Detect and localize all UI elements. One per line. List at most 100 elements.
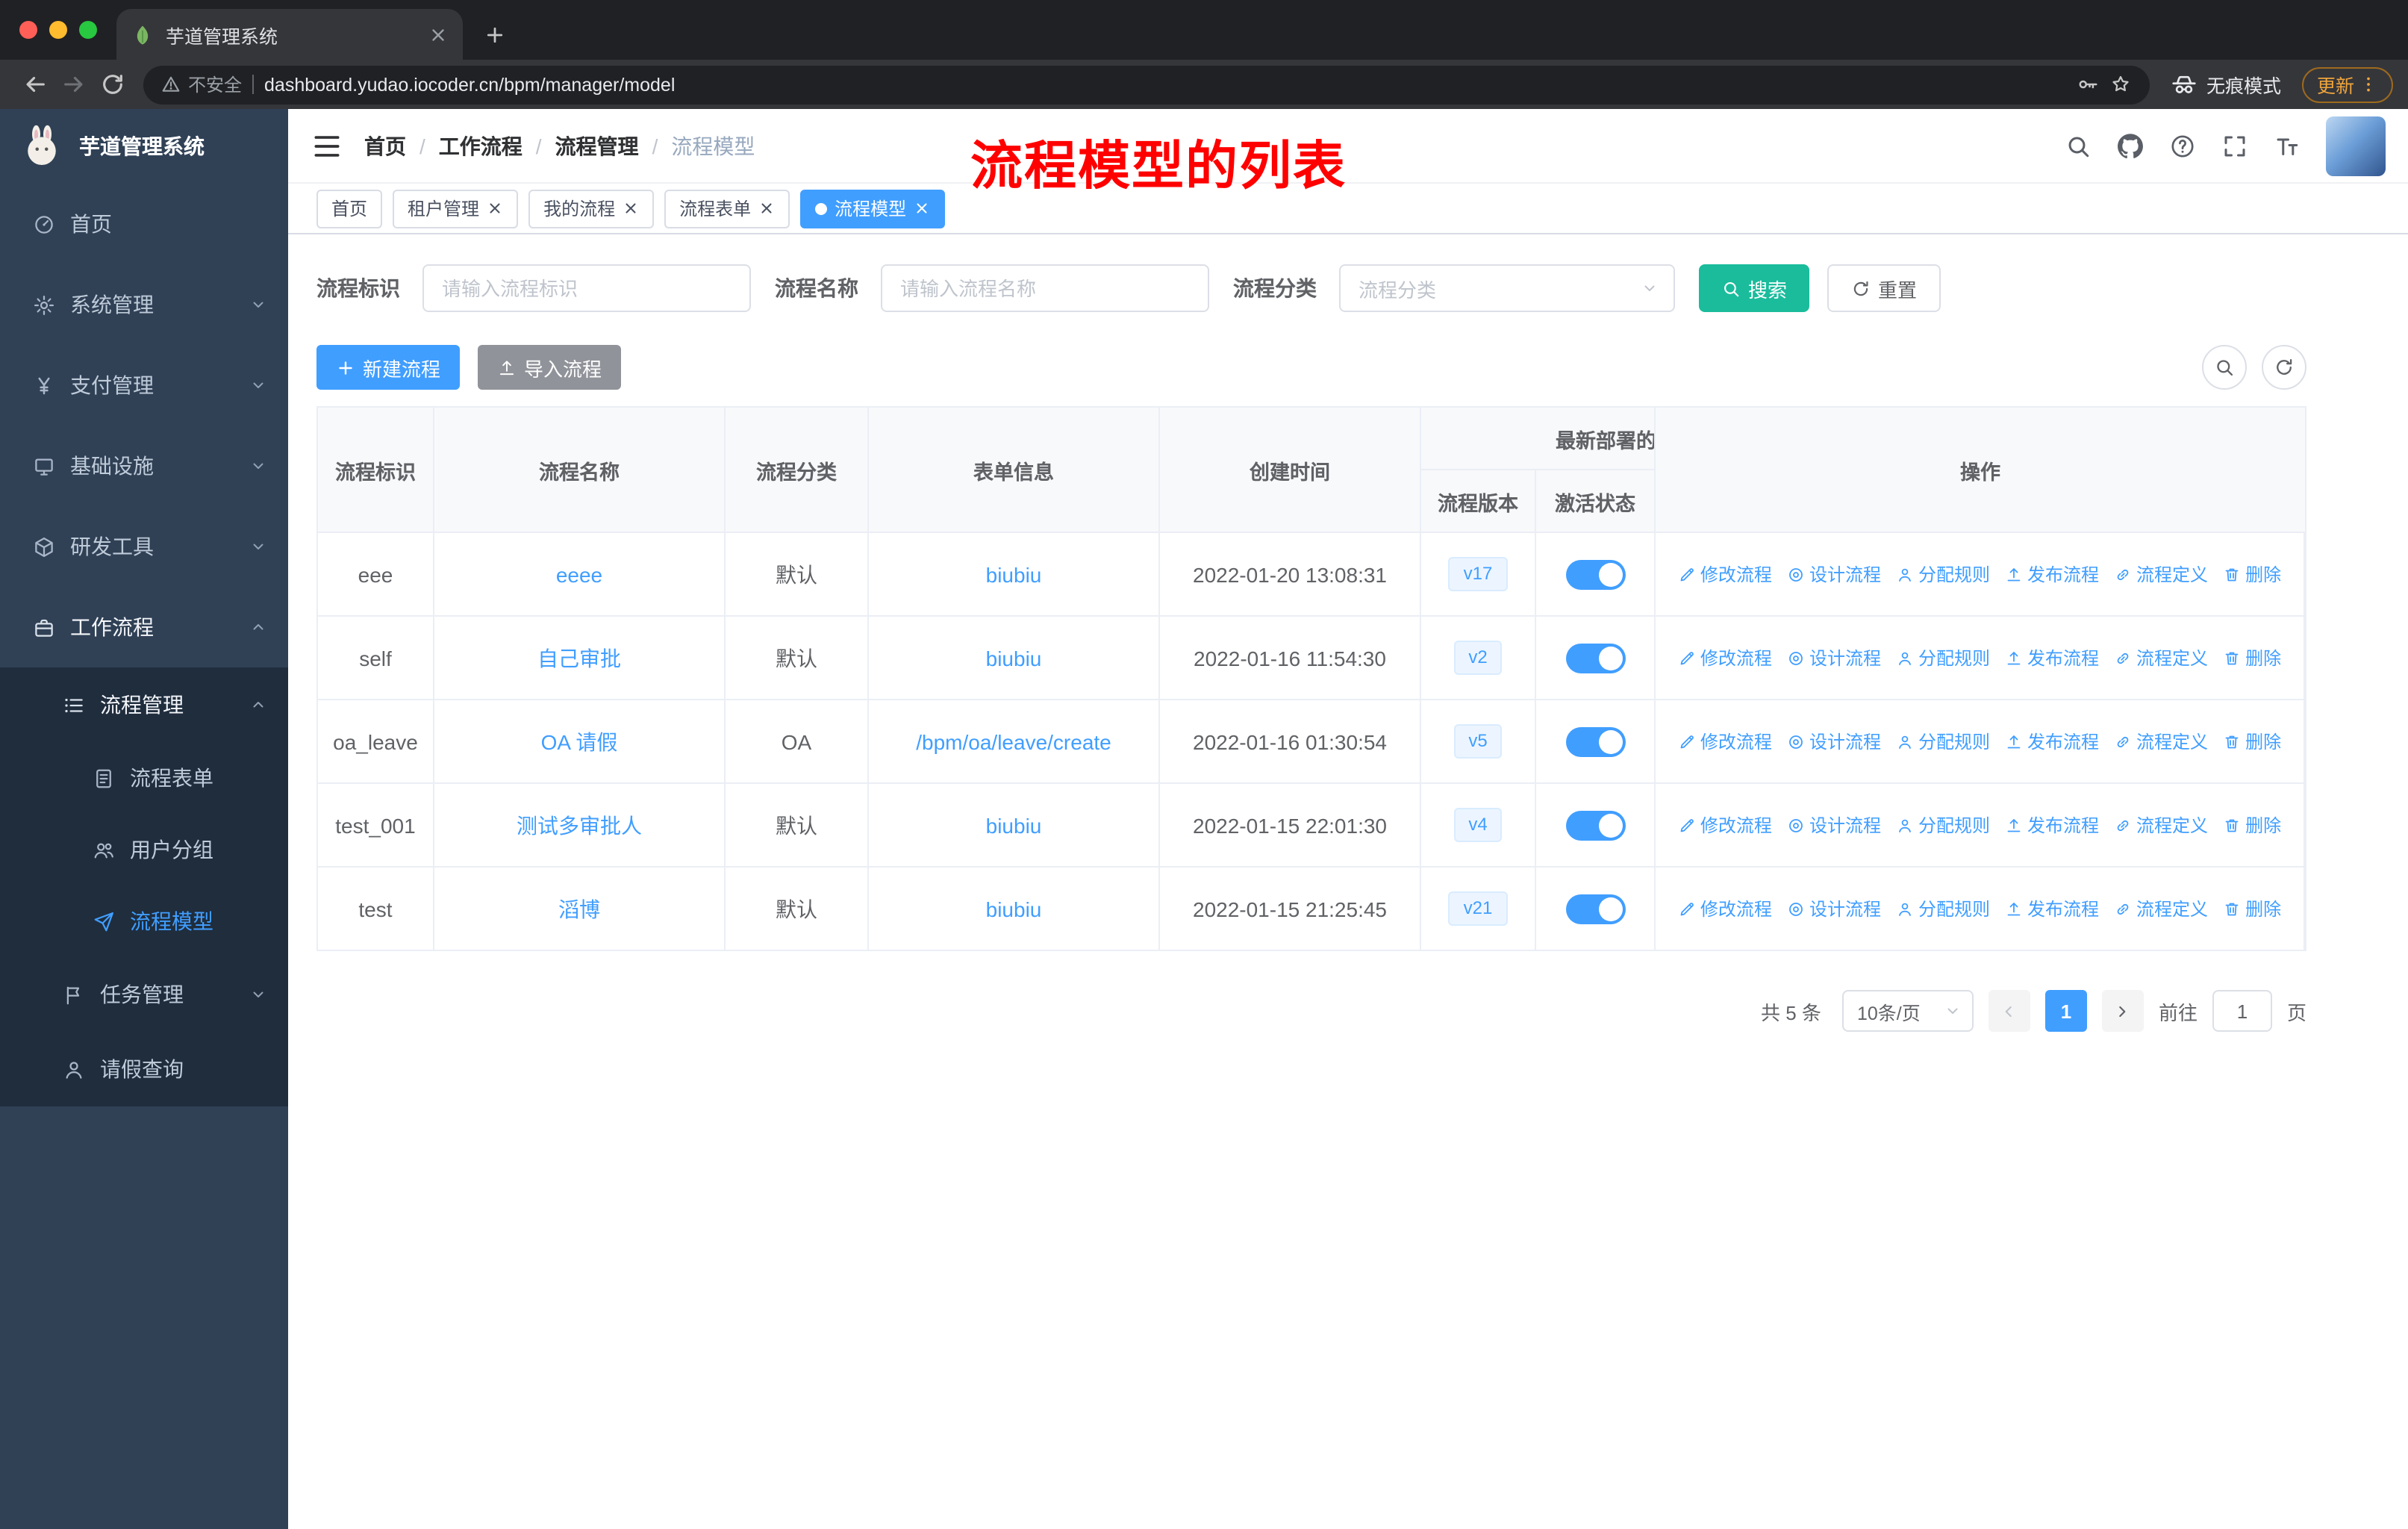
reset-button[interactable]: 重置 (1827, 264, 1941, 312)
sidebar-item-user-group[interactable]: 用户分组 (0, 814, 288, 885)
form-link[interactable]: biubiu (986, 897, 1042, 921)
help-icon[interactable] (2169, 132, 2196, 159)
action-publish[interactable]: 发布流程 (2005, 896, 2099, 921)
form-link[interactable]: /bpm/oa/leave/create (916, 729, 1111, 753)
browser-tab[interactable]: 芋道管理系统 (116, 9, 463, 60)
sidebar-item-infrastructure[interactable]: 基础设施 (0, 426, 288, 506)
tag-my-process[interactable]: 我的流程 (528, 189, 655, 228)
action-assign-rule[interactable]: 分配规则 (1896, 812, 1990, 838)
process-name-input[interactable] (881, 264, 1209, 312)
sidebar-item-process-management[interactable]: 流程管理 (0, 667, 288, 742)
action-definition[interactable]: 流程定义 (2114, 645, 2208, 670)
refresh-table-button[interactable] (2262, 345, 2306, 390)
action-publish[interactable]: 发布流程 (2005, 729, 2099, 754)
action-design[interactable]: 设计流程 (1787, 729, 1881, 754)
process-name-link[interactable]: 滔博 (558, 894, 600, 924)
next-page-button[interactable] (2101, 990, 2144, 1032)
process-name-link[interactable]: 测试多审批人 (517, 810, 642, 840)
action-delete[interactable]: 删除 (2223, 645, 2281, 670)
action-design[interactable]: 设计流程 (1787, 561, 1881, 587)
chrome-update-button[interactable]: 更新 (2301, 66, 2393, 102)
sidebar-item-system[interactable]: 系统管理 (0, 264, 288, 345)
breadcrumb-item[interactable]: 首页 (364, 131, 406, 161)
new-tab-button[interactable] (475, 15, 514, 54)
action-definition[interactable]: 流程定义 (2114, 896, 2208, 921)
reload-button[interactable] (93, 65, 131, 104)
version-badge[interactable]: v17 (1448, 557, 1508, 591)
close-tag-icon[interactable] (758, 200, 775, 217)
active-toggle[interactable] (1565, 894, 1625, 924)
bookmark-star-icon[interactable] (2109, 73, 2132, 96)
version-badge[interactable]: v4 (1453, 808, 1503, 842)
action-assign-rule[interactable]: 分配规则 (1896, 645, 1990, 670)
avatar[interactable] (2326, 116, 2386, 175)
close-tag-icon[interactable] (487, 200, 503, 217)
github-icon[interactable] (2117, 132, 2144, 159)
hamburger-icon[interactable] (311, 129, 343, 162)
zoom-window-button[interactable] (79, 21, 97, 39)
sidebar-item-leave-query[interactable]: 请假查询 (0, 1032, 288, 1106)
tag-tenant[interactable]: 租户管理 (393, 189, 519, 228)
action-modify[interactable]: 修改流程 (1678, 561, 1772, 587)
form-link[interactable]: biubiu (986, 646, 1042, 670)
goto-page-input[interactable] (2212, 990, 2272, 1032)
action-modify[interactable]: 修改流程 (1678, 812, 1772, 838)
action-delete[interactable]: 删除 (2223, 561, 2281, 587)
breadcrumb-item[interactable]: 工作流程 (439, 131, 523, 161)
create-process-button[interactable]: 新建流程 (316, 345, 461, 390)
active-toggle[interactable] (1565, 810, 1625, 840)
page-1-button[interactable]: 1 (2044, 990, 2087, 1032)
key-icon[interactable] (2077, 73, 2099, 96)
action-design[interactable]: 设计流程 (1787, 812, 1881, 838)
close-tag-icon[interactable] (623, 200, 639, 217)
action-assign-rule[interactable]: 分配规则 (1896, 729, 1990, 754)
back-button[interactable] (15, 65, 54, 104)
address-bar[interactable]: 不安全 dashboard.yudao.iocoder.cn/bpm/manag… (143, 65, 2150, 104)
prev-page-button[interactable] (1988, 990, 2030, 1032)
action-publish[interactable]: 发布流程 (2005, 645, 2099, 670)
sidebar-item-payment[interactable]: 支付管理 (0, 345, 288, 426)
action-delete[interactable]: 删除 (2223, 812, 2281, 838)
action-assign-rule[interactable]: 分配规则 (1896, 896, 1990, 921)
close-tag-icon[interactable] (914, 200, 930, 217)
action-assign-rule[interactable]: 分配规则 (1896, 561, 1990, 587)
search-button[interactable]: 搜索 (1699, 264, 1810, 312)
toggle-search-button[interactable] (2202, 345, 2247, 390)
form-link[interactable]: biubiu (986, 562, 1042, 586)
form-link[interactable]: biubiu (986, 813, 1042, 837)
action-definition[interactable]: 流程定义 (2114, 561, 2208, 587)
action-design[interactable]: 设计流程 (1787, 896, 1881, 921)
action-publish[interactable]: 发布流程 (2005, 812, 2099, 838)
breadcrumb-item[interactable]: 流程管理 (555, 131, 639, 161)
version-badge[interactable]: v21 (1448, 891, 1508, 926)
tag-home[interactable]: 首页 (316, 189, 383, 228)
sidebar-item-home[interactable]: 首页 (0, 184, 288, 264)
tag-process-model[interactable]: 流程模型 (800, 189, 946, 228)
active-toggle[interactable] (1565, 643, 1625, 673)
active-toggle[interactable] (1565, 559, 1625, 589)
sidebar-item-dev-tools[interactable]: 研发工具 (0, 506, 288, 587)
sidebar-item-process-form[interactable]: 流程表单 (0, 742, 288, 814)
active-toggle[interactable] (1565, 726, 1625, 756)
action-definition[interactable]: 流程定义 (2114, 812, 2208, 838)
action-modify[interactable]: 修改流程 (1678, 896, 1772, 921)
process-id-input[interactable] (422, 264, 751, 312)
action-delete[interactable]: 删除 (2223, 729, 2281, 754)
sidebar-logo[interactable]: 芋道管理系统 (0, 109, 288, 184)
category-select[interactable]: 流程分类 (1339, 264, 1675, 312)
sidebar-item-process-model[interactable]: 流程模型 (0, 885, 288, 957)
sidebar-item-workflow[interactable]: 工作流程 (0, 587, 288, 667)
version-badge[interactable]: v2 (1453, 641, 1503, 675)
process-name-link[interactable]: 自己审批 (537, 643, 621, 673)
action-modify[interactable]: 修改流程 (1678, 729, 1772, 754)
close-window-button[interactable] (19, 21, 37, 39)
import-process-button[interactable]: 导入流程 (478, 345, 622, 390)
process-name-link[interactable]: eeee (556, 562, 602, 586)
sidebar-item-task-management[interactable]: 任务管理 (0, 957, 288, 1032)
action-publish[interactable]: 发布流程 (2005, 561, 2099, 587)
page-size-select[interactable]: 10条/页 (1841, 990, 1974, 1032)
close-tab-icon[interactable] (428, 25, 448, 44)
action-design[interactable]: 设计流程 (1787, 645, 1881, 670)
forward-button[interactable] (54, 65, 93, 104)
tag-process-form[interactable]: 流程表单 (664, 189, 790, 228)
